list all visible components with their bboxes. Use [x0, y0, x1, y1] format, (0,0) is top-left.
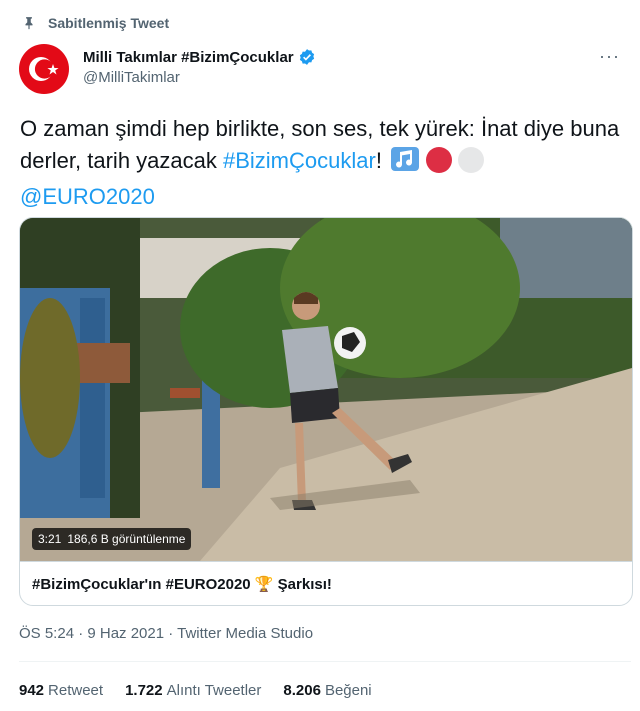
tweet-exclamation: !: [375, 148, 382, 173]
video-card-title[interactable]: #BizimÇocuklar'ın #EURO2020 🏆 Şarkısı!: [20, 561, 632, 605]
tweet-stats: 942 Retweet 1.722 Alıntı Tweetler 8.206 Beğ…: [19, 682, 394, 699]
stat-label: Retweet: [48, 682, 104, 699]
stat-label: Beğeni: [324, 682, 372, 699]
video-badge: 3:21 186,6 B görüntülenme: [32, 528, 192, 550]
author-name-text[interactable]: Milli Takımlar #BizimÇocuklar: [83, 49, 294, 66]
stat-value: 8.206: [283, 682, 321, 699]
divider: [19, 661, 631, 662]
verified-icon: [299, 49, 314, 65]
hashtag-link[interactable]: #BizimÇocuklar: [223, 148, 376, 173]
author-name[interactable]: Milli Takımlar #BizimÇocuklar: [83, 48, 316, 66]
video-views: 186,6 B görüntülenme: [67, 532, 186, 546]
stat-value: 1.722: [125, 682, 163, 699]
tweet-meta[interactable]: ÖS 5:24 · 9 Haz 2021 · Twitter Media Stu…: [19, 625, 313, 642]
video-card[interactable]: 3:21 186,6 B görüntülenme #BizimÇocuklar…: [19, 217, 633, 606]
stat-likes[interactable]: 8.206 Beğeni: [283, 682, 371, 699]
stat-value: 942: [19, 682, 45, 699]
video-duration: 3:21: [38, 532, 62, 546]
tweet-text: O zaman şimdi hep birlikte, son ses, tek…: [20, 113, 630, 213]
video-thumbnail[interactable]: [20, 218, 632, 561]
red-circle-icon: [425, 147, 452, 173]
stat-label: Alıntı Tweetler: [166, 682, 262, 699]
stat-quote-tweets[interactable]: 1.722 Alıntı Tweetler: [125, 682, 261, 699]
stat-retweets[interactable]: 942 Retweet: [19, 682, 103, 699]
pin-icon: [25, 17, 33, 30]
pinned-tweet-label: Sabitlenmiş Tweet: [22, 12, 169, 34]
pinned-text: Sabitlenmiş Tweet: [48, 15, 170, 31]
mention-link[interactable]: @EURO2020: [20, 184, 155, 209]
more-icon[interactable]: ···: [599, 46, 620, 67]
music-note-icon: [390, 146, 420, 181]
author-handle[interactable]: @MilliTakimlar: [83, 69, 180, 86]
avatar[interactable]: [19, 44, 69, 94]
white-circle-icon: [457, 147, 484, 173]
